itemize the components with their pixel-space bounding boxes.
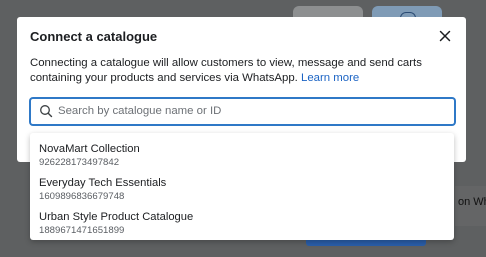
catalogue-search-field[interactable] xyxy=(30,98,455,125)
screen: on Wh Connect a catalogue Connecting a c… xyxy=(0,0,486,257)
close-icon xyxy=(439,30,451,42)
background-text: on Wh xyxy=(458,196,486,208)
catalogue-option[interactable]: Everyday Tech Essentials 160989683667974… xyxy=(30,169,454,203)
catalogue-name: Urban Style Product Catalogue xyxy=(39,211,194,223)
catalogue-name: NovaMart Collection xyxy=(39,143,140,155)
dialog-description: Connecting a catalogue will allow custom… xyxy=(30,56,458,86)
description-text: Connecting a catalogue will allow custom… xyxy=(30,57,422,84)
search-input[interactable] xyxy=(58,101,438,121)
close-button[interactable] xyxy=(437,28,453,44)
learn-more-link[interactable]: Learn more xyxy=(301,72,359,84)
dialog-title: Connect a catalogue xyxy=(30,29,158,44)
catalogue-results-dropdown: NovaMart Collection 926228173497842 Ever… xyxy=(30,133,454,240)
catalogue-id: 1889671471651899 xyxy=(39,225,125,236)
catalogue-id: 1609896836679748 xyxy=(39,191,125,202)
catalogue-option[interactable]: NovaMart Collection 926228173497842 xyxy=(30,135,454,169)
catalogue-option[interactable]: Urban Style Product Catalogue 1889671471… xyxy=(30,203,454,237)
catalogue-name: Everyday Tech Essentials xyxy=(39,177,167,189)
catalogue-id: 926228173497842 xyxy=(39,157,120,168)
search-icon xyxy=(40,105,53,118)
